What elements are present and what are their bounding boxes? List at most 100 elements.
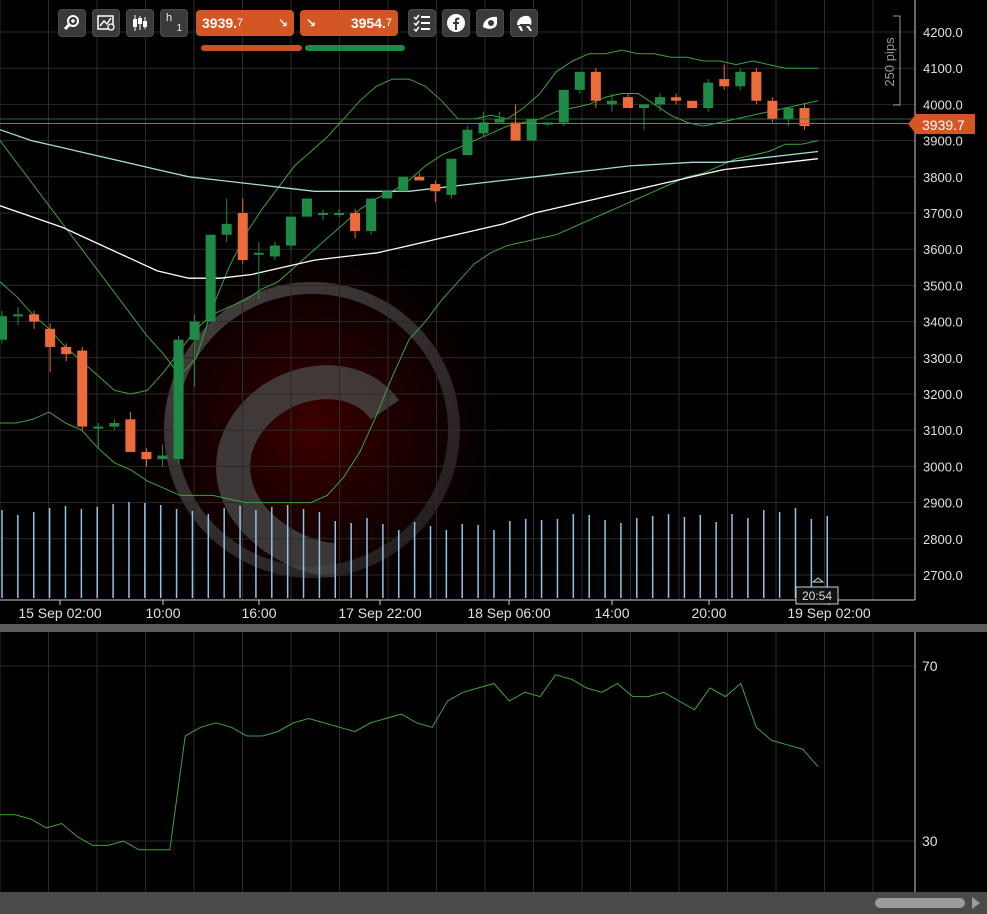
rsi-tick-label: 70 (922, 658, 938, 674)
rsi-tick-label: 30 (922, 833, 938, 849)
screenshot-button[interactable] (476, 9, 504, 37)
candle-body (93, 426, 104, 429)
candle-body (318, 213, 328, 215)
candle-body (510, 122, 521, 141)
candle-body (45, 328, 56, 347)
candle-body (687, 100, 698, 109)
x-tick-label: 14:00 (594, 605, 629, 621)
timeframe-button[interactable]: h 1 (160, 9, 188, 37)
y-tick-label: 3800.0 (923, 170, 963, 185)
current-price-label: 3939.7 (922, 117, 965, 133)
candle-body (622, 97, 633, 109)
toolbar: h 1 3939. 7 ↘ ↘ 3954. 7 (58, 8, 538, 38)
candle-body (13, 314, 24, 317)
candle-body (574, 71, 585, 90)
candle-body (366, 198, 377, 232)
sell-price-sub: 7 (237, 17, 244, 29)
buy-price-sub: 7 (385, 17, 392, 29)
y-tick-label: 4000.0 (923, 97, 963, 112)
candle-body (173, 339, 184, 460)
candle-body (189, 321, 200, 340)
chart-settings-button[interactable] (92, 9, 120, 37)
chart-settings-icon (97, 15, 115, 31)
camera-icon (483, 16, 497, 29)
candle-body (414, 176, 425, 181)
buy-underline (305, 45, 405, 51)
y-tick-label: 3400.0 (923, 315, 963, 330)
candle-body (671, 97, 682, 101)
timeframe-letter: h (166, 12, 173, 24)
candle-body (29, 314, 40, 322)
candle-body (526, 118, 537, 141)
x-tick-label: 16:00 (241, 605, 276, 621)
buy-price-main: 3954. (350, 15, 386, 31)
y-tick-label: 2900.0 (923, 496, 963, 511)
zoom-in-button[interactable] (58, 9, 86, 37)
candle-body (157, 455, 168, 460)
horizontal-scrollbar[interactable] (0, 892, 987, 914)
candle-body (141, 451, 152, 460)
candle-body (253, 252, 264, 255)
candle-body (301, 198, 312, 217)
buy-price-button[interactable]: ↘ 3954. 7 (300, 10, 398, 36)
facebook-button[interactable] (442, 9, 470, 37)
candle-body (285, 216, 296, 246)
candle-body (703, 82, 714, 109)
y-tick-label: 3200.0 (923, 387, 963, 402)
current-price-tag: 3939.7 (908, 114, 975, 134)
candle-body (0, 316, 7, 340)
sell-arrow-icon: ↘ (277, 16, 288, 30)
sell-price-main: 3939. (202, 15, 238, 31)
main-chart[interactable]: 4200.0 4100.0 4000.0 3900.0 3800.0 3700.0 3600… (0, 0, 987, 914)
candle-body (558, 89, 569, 123)
y-tick-label: 3900.0 (923, 134, 963, 149)
x-tick-label: 19 Sep 02:00 (787, 605, 871, 621)
facebook-icon (447, 14, 465, 32)
y-tick-label: 3700.0 (923, 206, 963, 221)
candle-body (109, 422, 120, 427)
candle-body (767, 100, 778, 119)
y-tick-label: 3600.0 (923, 242, 963, 257)
candle-body (751, 71, 762, 101)
chart-type-button[interactable] (126, 9, 154, 37)
candle-body (269, 245, 280, 257)
sell-underline (201, 45, 302, 51)
x-tick-label: 17 Sep 22:00 (338, 605, 422, 621)
candle-body (205, 234, 216, 322)
y-tick-label: 3000.0 (923, 459, 963, 474)
x-tick-label: 15 Sep 02:00 (18, 605, 102, 621)
candle-body (125, 419, 136, 452)
orders-list-button[interactable] (408, 9, 436, 37)
y-tick-label: 2700.0 (923, 568, 963, 583)
pip-scale-label: 250 pips (882, 37, 897, 87)
candle-body (590, 71, 601, 101)
candle-body (783, 108, 794, 119)
countdown-label: 20:54 (802, 589, 832, 603)
candle-body (655, 97, 666, 105)
y-tick-label: 4200.0 (923, 25, 963, 40)
y-tick-label: 3500.0 (923, 278, 963, 293)
timeframe-number: 1 (176, 23, 182, 34)
candle-body (719, 79, 730, 87)
scroll-right-arrow-icon[interactable] (972, 897, 980, 909)
y-tick-label: 2800.0 (923, 532, 963, 547)
candle-body (398, 176, 409, 192)
x-tick-label: 10:00 (145, 605, 180, 621)
candle-body (462, 129, 473, 156)
candle-body (221, 223, 232, 235)
candle-body (77, 350, 88, 427)
scrollbar-thumb[interactable] (875, 898, 965, 908)
trader-profile-button[interactable] (510, 9, 538, 37)
y-tick-label: 3300.0 (923, 351, 963, 366)
candle-body (430, 184, 441, 192)
candle-body (446, 158, 457, 195)
pane-separator[interactable] (0, 624, 987, 632)
candle-body (478, 122, 489, 134)
sell-price-button[interactable]: 3939. 7 ↘ (196, 10, 294, 36)
y-tick-label: 4100.0 (923, 61, 963, 76)
candle-body (382, 191, 393, 199)
candlestick-icon (133, 15, 147, 31)
candle-body (334, 213, 345, 215)
buy-arrow-icon: ↘ (306, 16, 317, 30)
candle-body (639, 104, 649, 109)
